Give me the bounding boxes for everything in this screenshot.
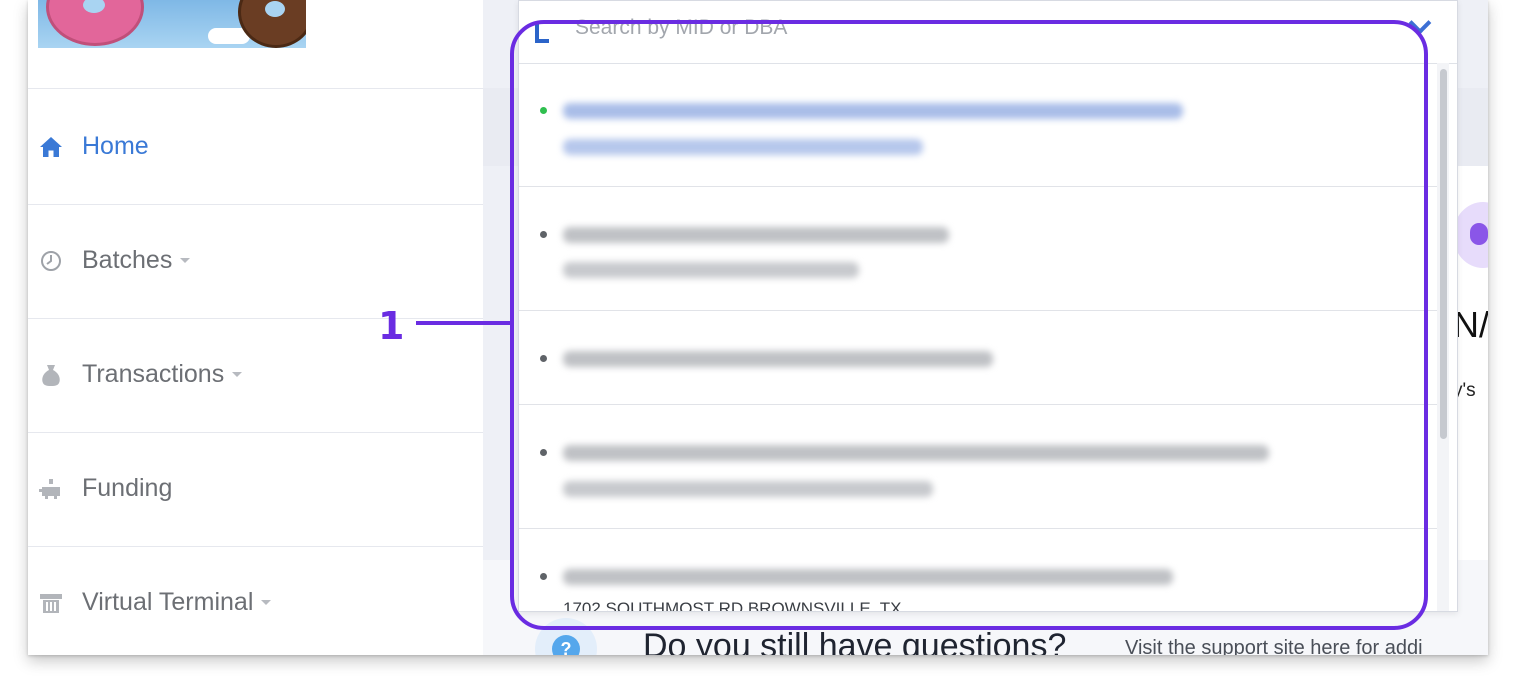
sidebar-item-label: Home: [82, 132, 149, 160]
clock-icon: [38, 250, 64, 272]
sidebar-item-virtual-terminal[interactable]: Virtual Terminal: [28, 546, 483, 655]
chevron-down-icon: [180, 258, 191, 263]
money-bag-icon: [1470, 223, 1488, 245]
help-text: Visit the support site here for addi: [1125, 637, 1423, 655]
piggy-bank-icon: [38, 478, 64, 500]
chevron-down-icon: [261, 600, 272, 605]
sidebar-item-label: Batches: [82, 246, 173, 274]
sidebar-item-label: Funding: [82, 474, 173, 502]
sidebar-divider: [28, 88, 483, 89]
brand-logo: [38, 0, 306, 48]
callout-highlight-box: [510, 20, 1428, 630]
callout-line: [416, 321, 511, 325]
stat-value-partial: N/: [1453, 304, 1488, 345]
help-title: Do you still have questions?: [643, 627, 1067, 655]
callout-number: 1: [378, 304, 405, 348]
chevron-down-icon: [232, 372, 243, 377]
home-icon: [38, 136, 64, 158]
scrollbar-thumb[interactable]: [1440, 69, 1447, 439]
sidebar-item-label: Virtual Terminal: [82, 588, 254, 616]
terminal-icon: [38, 592, 64, 614]
sidebar-item-funding[interactable]: Funding: [28, 432, 483, 545]
sidebar-item-batches[interactable]: Batches: [28, 204, 483, 317]
money-bag-icon: [38, 363, 64, 387]
question-icon: ?: [552, 635, 580, 655]
sidebar-item-transactions[interactable]: Transactions: [28, 318, 483, 431]
sidebar-item-label: Transactions: [82, 360, 225, 388]
sidebar-item-home[interactable]: Home: [28, 90, 483, 203]
sidebar: Home Batches Transactions Funding Virtua…: [28, 0, 483, 655]
